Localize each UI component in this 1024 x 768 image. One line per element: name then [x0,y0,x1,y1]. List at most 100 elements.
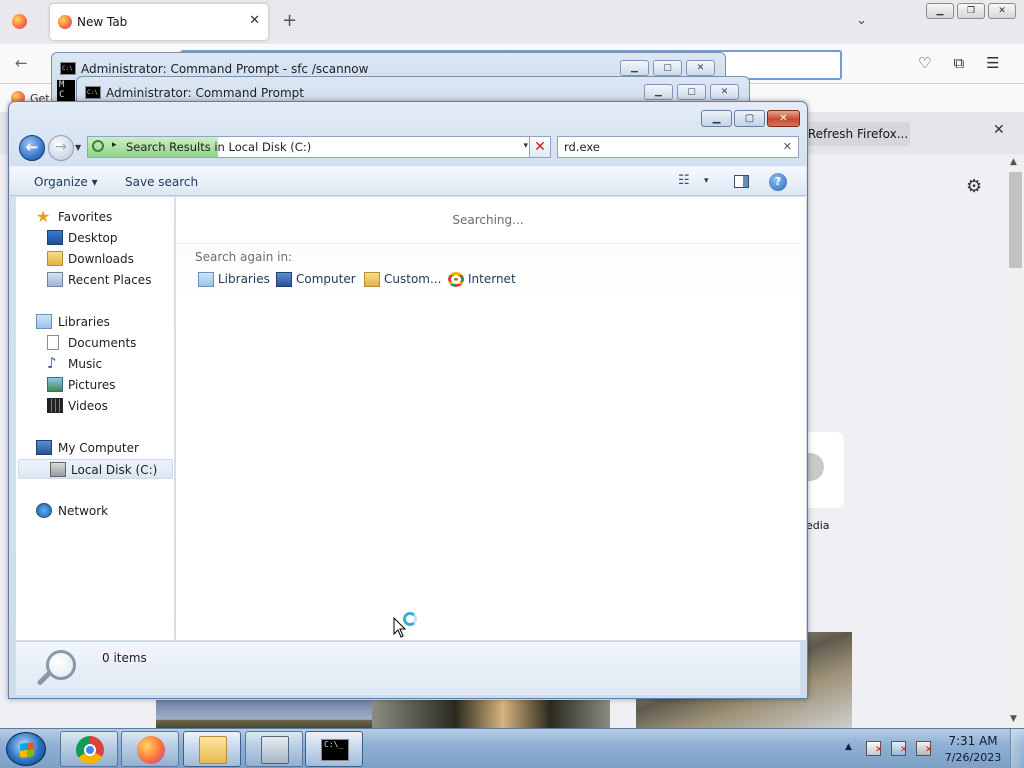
maximize-button[interactable]: ▢ [677,84,706,100]
nav-item-libraries[interactable]: Libraries [16,312,174,332]
start-button[interactable] [6,732,46,766]
taskbar-firefox[interactable] [121,731,179,767]
maximize-button[interactable]: ▢ [653,60,682,76]
nav-item-local-disk[interactable]: Local Disk (C:) [18,459,173,479]
maximize-button[interactable]: ▢ [734,110,765,127]
minimize-button[interactable]: ▁ [644,84,673,100]
cmd-window-controls: ▁ ▢ ✕ [644,84,739,100]
close-button[interactable]: ✕ [767,110,800,127]
close-button[interactable]: ✕ [988,3,1016,19]
help-icon[interactable]: ? [769,173,787,191]
close-button[interactable]: ✕ [710,84,739,100]
nav-item-music[interactable]: ♪ Music [16,354,174,374]
preview-pane-icon[interactable] [734,175,749,188]
minimize-button[interactable]: ▁ [926,3,954,19]
nav-item-my-computer[interactable]: My Computer [16,438,174,458]
hard-disk-icon [50,462,66,477]
pocket-icon[interactable]: ♡ [918,54,931,72]
search-again-item-label: Internet [468,272,516,286]
minimize-button[interactable]: ▁ [620,60,649,76]
forward-button[interactable]: → [48,135,74,161]
nav-item-recent-places[interactable]: Recent Places [16,270,174,290]
nav-item-desktop[interactable]: Desktop [16,228,174,248]
new-tab-button[interactable]: + [282,10,297,31]
calculator-icon [261,736,289,764]
search-icon [92,140,104,152]
firefox-window-controls: ▁ ❐ ✕ [926,3,1016,19]
breadcrumb-arrow-icon[interactable]: ▸ [112,140,117,150]
address-bar[interactable]: ▸ Search Results in Local Disk (C:) ▾ [87,136,533,158]
nav-item-label: Recent Places [68,273,152,287]
stop-search-button[interactable]: ✕ [529,136,551,158]
back-button[interactable]: ← [19,135,45,161]
firefox-tab[interactable]: New Tab ✕ [50,4,268,40]
network-icon [36,503,52,518]
taskbar: C:\_ ▲ ✕ ✕ ✕ 7:31 AM 7/26/2023 [0,728,1024,768]
libraries-icon [198,272,214,287]
search-again-label: Search again in: [195,250,293,264]
nav-item-label: Desktop [68,231,118,245]
story-image[interactable] [156,700,372,728]
taskbar-calculator[interactable] [245,731,303,767]
menu-icon[interactable]: ☰ [986,54,999,72]
busy-spinner-icon [403,612,417,626]
save-search-button[interactable]: Save search [125,175,198,189]
refresh-firefox-button[interactable]: Refresh Firefox... [806,122,910,146]
clock-time[interactable]: 7:31 AM [945,734,1001,748]
explorer-window-controls: ▁ ▢ ✕ [701,110,800,127]
search-input[interactable]: rd.exe ✕ [557,136,799,158]
nav-item-pictures[interactable]: Pictures [16,375,174,395]
show-hidden-icons-button[interactable]: ▲ [845,742,852,752]
taskbar-cmd[interactable]: C:\_ [305,731,363,767]
clock-date[interactable]: 7/26/2023 [942,751,1004,764]
organize-button[interactable]: Organize ▾ [34,175,98,189]
taskbar-chrome[interactable] [60,731,118,767]
views-dropdown-icon[interactable]: ▾ [704,176,709,186]
scrollbar-thumb[interactable] [1009,172,1022,268]
show-desktop-button[interactable] [1010,729,1024,768]
windows-logo-icon [20,742,34,758]
nav-item-videos[interactable]: Videos [16,396,174,416]
warning-icon: ✕ [875,745,883,755]
close-tab-icon[interactable]: ✕ [249,13,260,28]
close-notification-icon[interactable]: ✕ [993,122,1005,138]
views-icon[interactable]: ☷ [678,173,690,188]
scroll-down-icon[interactable]: ▼ [1010,714,1017,724]
minimize-button[interactable]: ▁ [701,110,732,127]
nav-item-favorites[interactable]: ★ Favorites [16,207,174,227]
clear-search-icon[interactable]: ✕ [783,140,792,153]
breadcrumb[interactable]: Search Results in Local Disk (C:) [126,140,311,154]
cmd-console-area: MC [57,80,75,102]
pictures-icon [47,377,63,392]
search-again-item-label: Custom... [384,272,442,286]
nav-item-documents[interactable]: Documents [16,333,174,353]
nav-item-label: Videos [68,399,108,413]
back-icon[interactable]: ← [15,54,28,72]
search-input-value[interactable]: rd.exe [564,140,600,154]
address-dropdown-icon[interactable]: ▾ [523,141,528,151]
folder-icon [199,736,227,764]
taskbar-explorer[interactable] [183,731,241,767]
gear-icon[interactable]: ⚙ [966,176,982,197]
cmd-icon: C:\ [60,62,76,75]
libraries-icon [36,314,52,329]
nav-item-downloads[interactable]: Downloads [16,249,174,269]
recent-pages-dropdown-icon[interactable]: ▼ [75,143,81,152]
item-count: 0 items [102,651,147,665]
close-button[interactable]: ✕ [686,60,715,76]
computer-icon [276,272,292,287]
story-image[interactable] [372,700,610,728]
scroll-up-icon[interactable]: ▲ [1010,157,1017,167]
search-again-item-label: Libraries [218,272,270,286]
recent-places-icon [47,272,63,287]
list-all-tabs-icon[interactable]: ⌄ [856,13,867,28]
explorer-window[interactable]: ▁ ▢ ✕ ← → ▼ ▸ Search Results in Local Di… [8,101,808,699]
restore-button[interactable]: ❐ [957,3,985,19]
extensions-icon[interactable]: ⧉ [953,54,964,72]
music-icon: ♪ [47,354,57,372]
nav-item-network[interactable]: Network [16,501,174,521]
downloads-folder-icon [47,251,63,266]
search-status: Searching... [452,213,524,227]
custom-folder-icon [364,272,380,287]
search-results-pane[interactable]: Searching... Search again in: Libraries … [176,197,800,640]
